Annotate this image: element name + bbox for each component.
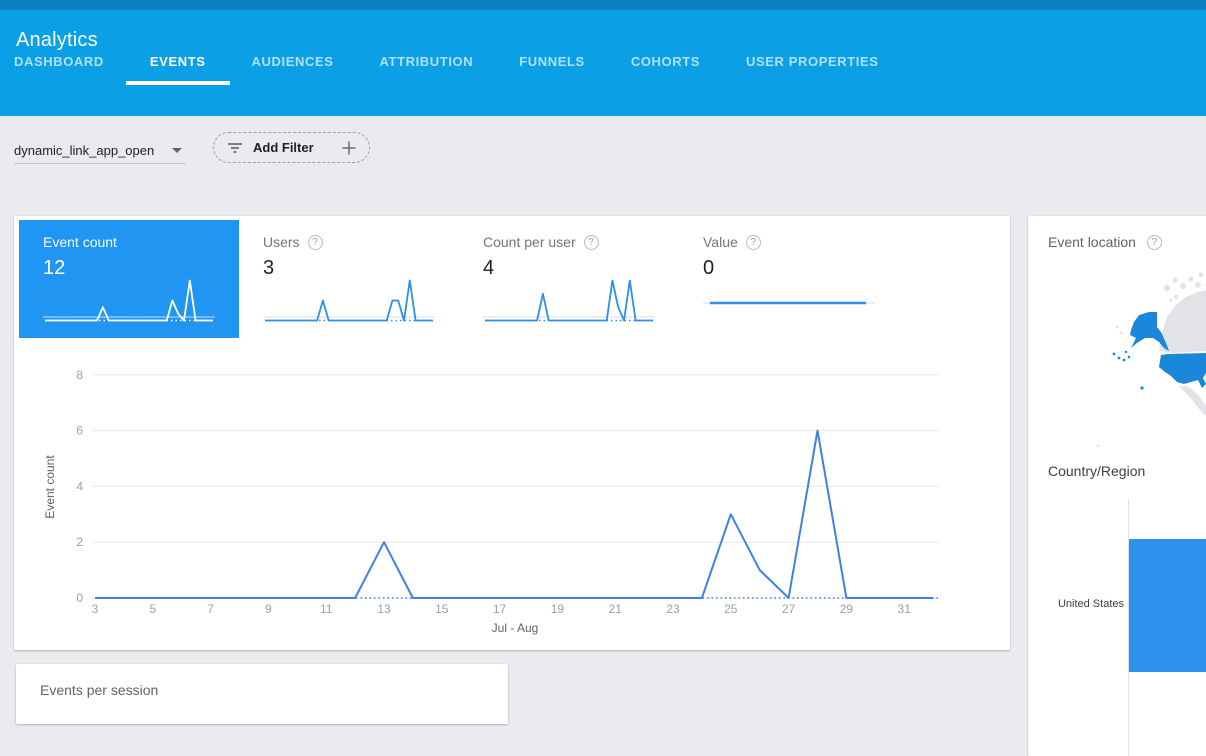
svg-text:Jul - Aug: Jul - Aug: [492, 621, 539, 635]
tab-cohorts[interactable]: COHORTS: [631, 44, 700, 85]
metric-tile-event-count[interactable]: Event count12: [19, 220, 239, 338]
users-sparkline: [263, 273, 435, 329]
metric-label-text: Count per user: [483, 234, 576, 250]
map-small-islands: [1097, 326, 1123, 448]
tab-events[interactable]: EVENTS: [150, 44, 206, 85]
metric-tile-users[interactable]: Users?3: [239, 220, 459, 338]
events-per-session-title: Events per session: [40, 682, 158, 698]
world-map[interactable]: [1028, 270, 1206, 465]
help-icon[interactable]: ?: [1147, 235, 1162, 250]
metric-label-text: Users: [263, 234, 300, 250]
svg-text:21: 21: [609, 602, 623, 616]
svg-text:0: 0: [76, 591, 83, 605]
event-count-sparkline: [43, 273, 215, 329]
svg-text:19: 19: [551, 602, 565, 616]
chevron-down-icon: [172, 148, 182, 153]
tab-bar: DASHBOARD EVENTS AUDIENCES ATTRIBUTION FUNNE…: [14, 44, 879, 85]
map-island-hawaii: [1140, 386, 1143, 389]
tab-audiences[interactable]: AUDIENCES: [252, 44, 334, 85]
metric-label: Value?: [703, 234, 875, 250]
event-count-line-chart[interactable]: 0 2 4 6 8 3 5 7 9 11 13 15 17 19 21 23 25 27 29 31 Jul - Aug: [14, 360, 1010, 650]
event-selector-dropdown[interactable]: dynamic_link_app_open: [14, 138, 186, 164]
svg-text:23: 23: [666, 602, 680, 616]
event-selector-value: dynamic_link_app_open: [14, 143, 154, 158]
svg-text:27: 27: [782, 602, 796, 616]
svg-text:29: 29: [840, 602, 854, 616]
metric-tile-count-per-user[interactable]: Count per user?4: [459, 220, 679, 338]
plus-icon: [342, 141, 356, 155]
events-per-session-card: Events per session: [16, 664, 508, 724]
svg-text:11: 11: [320, 602, 333, 616]
svg-text:6: 6: [76, 424, 83, 438]
map-aleutian-islands: [1113, 351, 1131, 362]
svg-text:17: 17: [493, 602, 507, 616]
svg-text:8: 8: [76, 368, 83, 382]
svg-text:5: 5: [149, 602, 156, 616]
svg-text:25: 25: [724, 602, 738, 616]
map-region-mexico: [1179, 386, 1206, 416]
metric-label-text: Event count: [43, 234, 117, 250]
svg-text:31: 31: [898, 602, 912, 616]
svg-text:2: 2: [76, 535, 83, 549]
svg-text:7: 7: [207, 602, 214, 616]
metric-label-text: Value: [703, 234, 738, 250]
metric-tiles-row: Event count12Users?3Count per user?4Valu…: [19, 220, 899, 338]
svg-text:15: 15: [435, 602, 449, 616]
country-bar-label: United States: [1028, 598, 1124, 610]
event-location-title: Event location: [1048, 234, 1136, 250]
country-region-heading: Country/Region: [1048, 463, 1145, 479]
tab-attribution[interactable]: ATTRIBUTION: [380, 44, 474, 85]
united-states-bar[interactable]: [1129, 539, 1206, 672]
count-per-user-sparkline: [483, 273, 655, 329]
svg-text:4: 4: [76, 479, 83, 493]
value-sparkline: [703, 273, 875, 329]
tab-dashboard[interactable]: DASHBOARD: [14, 44, 104, 85]
status-strip: [0, 0, 1206, 10]
event-detail-card: Event count12Users?3Count per user?4Valu…: [14, 216, 1010, 650]
svg-text:13: 13: [377, 602, 391, 616]
add-filter-label: Add Filter: [253, 140, 314, 155]
metric-tile-value[interactable]: Value?0: [679, 220, 899, 338]
event-location-card: Event location ? Country/Region United S…: [1028, 216, 1206, 756]
svg-text:9: 9: [265, 602, 272, 616]
tab-user-properties[interactable]: USER PROPERTIES: [746, 44, 879, 85]
svg-text:3: 3: [92, 602, 99, 616]
map-region-united-states: [1159, 353, 1206, 388]
metric-label: Users?: [263, 234, 435, 250]
filter-icon: [227, 141, 243, 155]
help-icon[interactable]: ?: [308, 235, 323, 250]
add-filter-button[interactable]: Add Filter: [213, 132, 370, 163]
help-icon[interactable]: ?: [584, 235, 599, 250]
app-header: Analytics DASHBOARDEVENTSAUDIENCESATTRIB…: [0, 10, 1206, 116]
tab-funnels[interactable]: FUNNELS: [519, 44, 585, 85]
help-icon[interactable]: ?: [746, 235, 761, 250]
metric-label: Count per user?: [483, 234, 655, 250]
metric-label: Event count: [43, 234, 215, 250]
